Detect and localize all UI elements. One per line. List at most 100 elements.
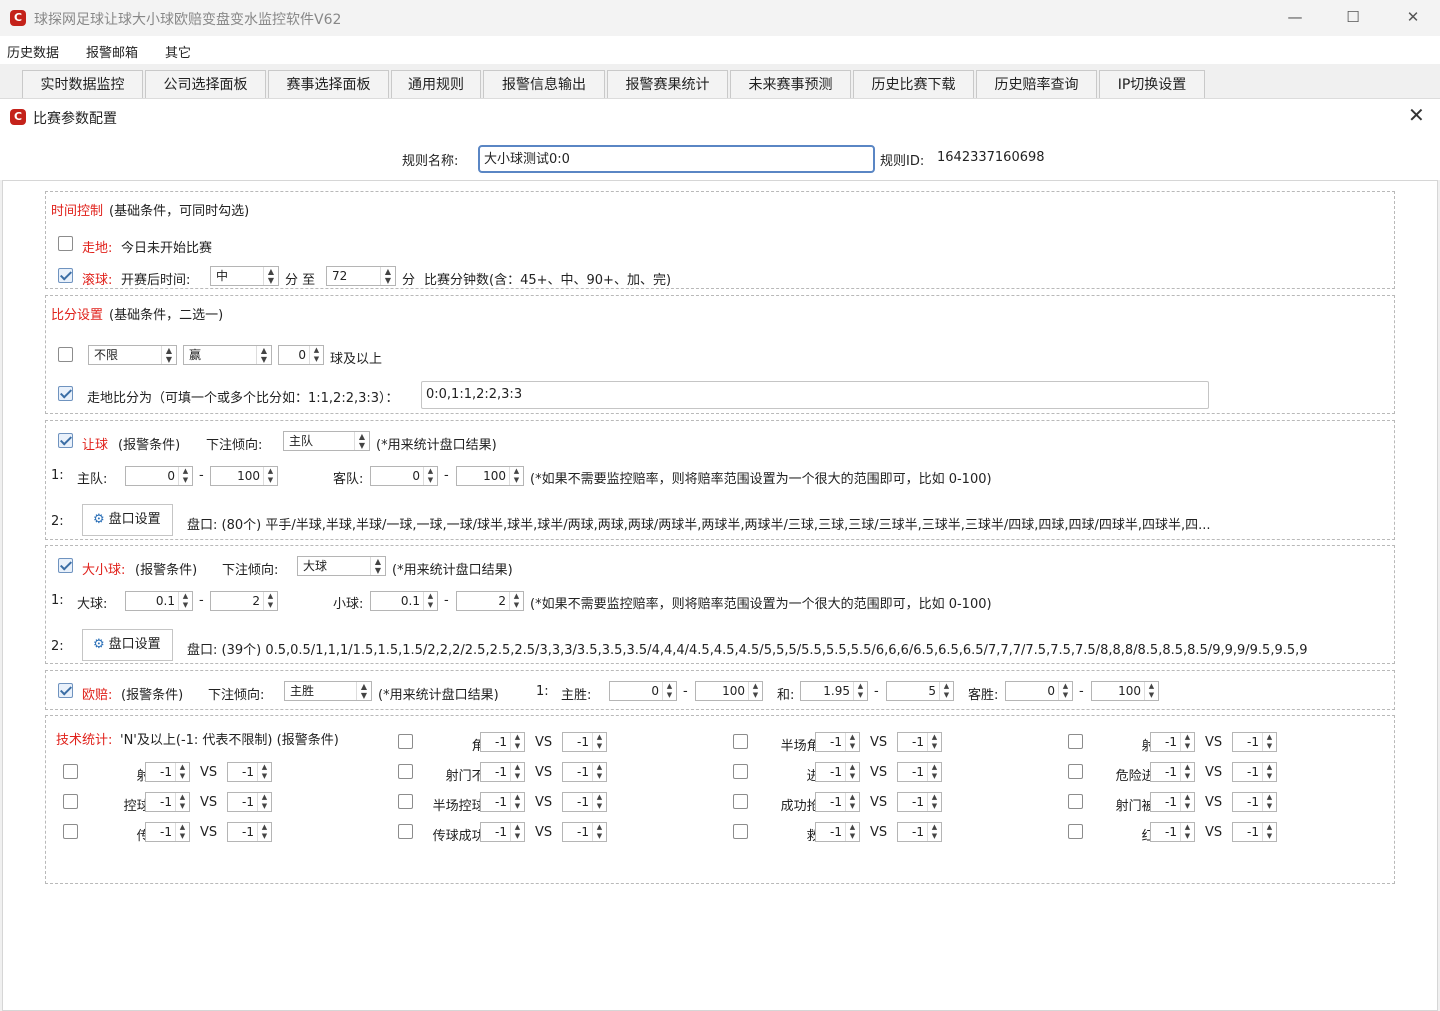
euro-away-max[interactable]: 100 ▲ ▼ — [1091, 681, 1159, 701]
stat-max-stepper[interactable]: -1 ▲ ▼ — [562, 792, 607, 812]
ou-under-max[interactable]: 2 ▲ ▼ — [456, 591, 524, 611]
stat-max-stepper[interactable]: -1 ▲ ▼ — [562, 732, 607, 752]
stat-max-stepper[interactable]: -1 ▲ ▼ — [227, 762, 272, 782]
euro-draw-max[interactable]: 5 ▲ ▼ — [886, 681, 954, 701]
live-checkbox[interactable] — [58, 268, 73, 283]
menu-other[interactable]: 其它 — [165, 42, 191, 61]
stat-max-stepper[interactable]: -1 ▲ ▼ — [227, 822, 272, 842]
stat-checkbox[interactable] — [1068, 794, 1083, 809]
handicap-home-min[interactable]: 0 ▲ ▼ — [125, 466, 193, 486]
stat-checkbox[interactable] — [398, 794, 413, 809]
tab-future[interactable]: 未来赛事预测 — [730, 70, 851, 100]
stat-min-stepper[interactable]: -1 ▲ ▼ — [145, 792, 190, 812]
handicap-away-max[interactable]: 100 ▲ ▼ — [456, 466, 524, 486]
stat-min-stepper[interactable]: -1 ▲ ▼ — [815, 822, 860, 842]
stat-min-stepper[interactable]: -1 ▲ ▼ — [480, 762, 525, 782]
ou-checkbox[interactable] — [58, 558, 73, 573]
stat-max-stepper[interactable]: -1 ▲ ▼ — [1232, 792, 1277, 812]
minimize-icon[interactable]: — — [1272, 6, 1318, 30]
stat-min-stepper[interactable]: -1 ▲ ▼ — [815, 732, 860, 752]
stat-checkbox[interactable] — [733, 824, 748, 839]
tab-history-download[interactable]: 历史比赛下载 — [853, 70, 974, 100]
stat-min-stepper[interactable]: -1 ▲ ▼ — [1150, 762, 1195, 782]
euro-checkbox[interactable] — [58, 683, 73, 698]
ou-under-min[interactable]: 0.1 ▲ ▼ — [370, 591, 438, 611]
euro-draw-label: 和: — [777, 688, 795, 703]
handicap-away-min[interactable]: 0 ▲ ▼ — [370, 466, 438, 486]
stat-max-stepper[interactable]: -1 ▲ ▼ — [562, 762, 607, 782]
ou-lines-button[interactable]: ⚙ 盘口设置 — [82, 629, 173, 661]
live-score-input[interactable]: 0:0,1:1,2:2,3:3 — [421, 381, 1209, 409]
stat-max-stepper[interactable]: -1 ▲ ▼ — [1232, 732, 1277, 752]
rule-name-input[interactable]: 大小球测试0:0 — [478, 145, 875, 173]
stat-max-stepper[interactable]: -1 ▲ ▼ — [897, 732, 942, 752]
score-scope-select[interactable]: 不限 ▲ ▼ — [88, 345, 177, 365]
stat-max-stepper[interactable]: -1 ▲ ▼ — [562, 822, 607, 842]
stat-checkbox[interactable] — [63, 794, 78, 809]
stat-checkbox[interactable] — [398, 734, 413, 749]
stat-checkbox[interactable] — [1068, 734, 1083, 749]
tab-ip-switch[interactable]: IP切换设置 — [1099, 70, 1205, 100]
stat-checkbox[interactable] — [63, 824, 78, 839]
stat-min-stepper[interactable]: -1 ▲ ▼ — [480, 822, 525, 842]
score-goals-stepper[interactable]: 0 ▲ ▼ — [278, 345, 324, 365]
score-result-select[interactable]: 赢 ▲ ▼ — [183, 345, 272, 365]
score-goals-checkbox[interactable] — [58, 347, 73, 362]
tab-alert-stats[interactable]: 报警赛果统计 — [607, 70, 728, 100]
handicap-dir-select[interactable]: 主队 ▲ ▼ — [283, 431, 370, 451]
stat-min-stepper[interactable]: -1 ▲ ▼ — [1150, 822, 1195, 842]
stat-min-stepper[interactable]: -1 ▲ ▼ — [480, 732, 525, 752]
close-icon[interactable]: ✕ — [1408, 103, 1425, 127]
stat-checkbox[interactable] — [1068, 824, 1083, 839]
stat-max-stepper[interactable]: -1 ▲ ▼ — [897, 822, 942, 842]
stat-min-stepper[interactable]: -1 ▲ ▼ — [815, 792, 860, 812]
stat-max-stepper[interactable]: -1 ▲ ▼ — [897, 792, 942, 812]
live-score-checkbox[interactable] — [58, 386, 73, 401]
stat-max-stepper[interactable]: -1 ▲ ▼ — [1232, 822, 1277, 842]
stat-max-stepper[interactable]: -1 ▲ ▼ — [1232, 762, 1277, 782]
stat-vs-label: VS — [1205, 735, 1223, 750]
euro-dir-select[interactable]: 主胜 ▲ ▼ — [284, 681, 372, 701]
time-from-select[interactable]: 中 ▲ ▼ — [210, 266, 279, 286]
maximize-icon[interactable]: ☐ — [1330, 6, 1376, 30]
menu-alert-email[interactable]: 报警邮箱 — [86, 42, 138, 61]
stat-min-stepper[interactable]: -1 ▲ ▼ — [1150, 792, 1195, 812]
stat-min-stepper[interactable]: -1 ▲ ▼ — [145, 822, 190, 842]
ou-cond: (报警条件) — [135, 563, 198, 578]
stat-min-stepper[interactable]: -1 ▲ ▼ — [145, 762, 190, 782]
euro-home-max[interactable]: 100 ▲ ▼ — [695, 681, 763, 701]
stat-checkbox[interactable] — [733, 734, 748, 749]
stat-max-stepper[interactable]: -1 ▲ ▼ — [227, 792, 272, 812]
euro-away-min[interactable]: 0 ▲ ▼ — [1005, 681, 1073, 701]
stat-vs-label: VS — [535, 825, 553, 840]
ou-over-min[interactable]: 0.1 ▲ ▼ — [125, 591, 193, 611]
stat-checkbox[interactable] — [63, 764, 78, 779]
tab-realtime[interactable]: 实时数据监控 — [22, 70, 143, 100]
tab-alert-output[interactable]: 报警信息输出 — [483, 70, 605, 100]
stat-checkbox[interactable] — [733, 764, 748, 779]
menu-history-data[interactable]: 历史数据 — [7, 42, 59, 61]
euro-home-min[interactable]: 0 ▲ ▼ — [609, 681, 677, 701]
stat-checkbox[interactable] — [398, 824, 413, 839]
ou-dir-select[interactable]: 大球 ▲ ▼ — [297, 556, 386, 576]
tab-match[interactable]: 赛事选择面板 — [268, 70, 389, 100]
stat-max-stepper[interactable]: -1 ▲ ▼ — [897, 762, 942, 782]
euro-away-label: 客胜: — [968, 688, 999, 703]
stat-checkbox[interactable] — [733, 794, 748, 809]
tab-general-rules[interactable]: 通用规则 — [391, 70, 481, 100]
stat-checkbox[interactable] — [1068, 764, 1083, 779]
stat-min-stepper[interactable]: -1 ▲ ▼ — [815, 762, 860, 782]
handicap-lines-button[interactable]: ⚙ 盘口设置 — [82, 504, 173, 536]
tab-company[interactable]: 公司选择面板 — [145, 70, 266, 100]
ou-over-max[interactable]: 2 ▲ ▼ — [210, 591, 278, 611]
tab-odds-history[interactable]: 历史赔率查询 — [976, 70, 1097, 100]
stat-checkbox[interactable] — [398, 764, 413, 779]
handicap-home-max[interactable]: 100 ▲ ▼ — [210, 466, 278, 486]
stat-min-stepper[interactable]: -1 ▲ ▼ — [1150, 732, 1195, 752]
euro-draw-min[interactable]: 1.95 ▲ ▼ — [800, 681, 868, 701]
close-window-icon[interactable]: ✕ — [1390, 6, 1436, 30]
handicap-checkbox[interactable] — [58, 433, 73, 448]
pre-match-checkbox[interactable] — [58, 236, 73, 251]
time-to-select[interactable]: 72 ▲ ▼ — [326, 266, 396, 286]
stat-min-stepper[interactable]: -1 ▲ ▼ — [480, 792, 525, 812]
